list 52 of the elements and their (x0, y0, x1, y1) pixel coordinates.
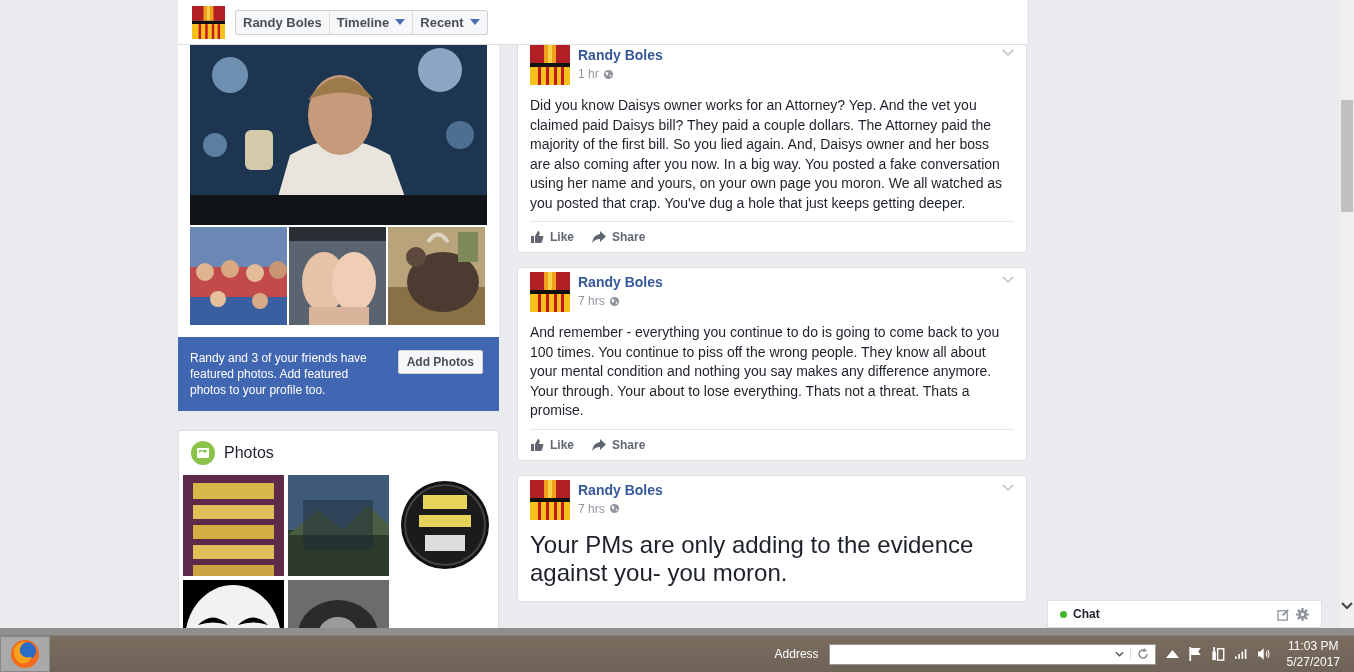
chat-bar[interactable]: Chat (1047, 600, 1322, 628)
caret-icon (395, 19, 406, 25)
thumbs-up-icon (530, 437, 544, 452)
post-text: Your PMs are only adding to the evidence against you- you moron. (530, 530, 975, 588)
globe-fox-icon (10, 639, 40, 669)
post-text: And remember - everything you continue to do is going to come back to you 100 times. You continue to piss off the wrong people. They know all about your mental condition and nothing you say makes any difference anymore. Your through. Your about to lose everything. Thats not a threat. Thats a promise. (530, 323, 1001, 420)
share-arrow-icon (592, 437, 606, 452)
ribbon-avatar[interactable] (530, 45, 570, 85)
share-button[interactable]: Share (592, 228, 646, 246)
globe-icon (608, 295, 620, 307)
settings-icon[interactable] (1296, 607, 1309, 621)
address-label: Address (774, 647, 819, 661)
compose-icon[interactable] (1277, 607, 1290, 621)
nav-button[interactable]: Randy Boles (236, 10, 329, 34)
nav-button[interactable]: Recent (412, 10, 487, 34)
like-button[interactable]: Like (530, 435, 574, 454)
author-link[interactable]: Randy Boles (578, 274, 994, 290)
add-photos-button[interactable]: Add Photos (397, 350, 483, 374)
clock-date[interactable]: 5/27/2017 (1286, 654, 1340, 670)
show-hidden-icon[interactable] (1165, 647, 1179, 661)
firefox-taskbar-button[interactable] (0, 636, 50, 672)
dropdown-icon[interactable] (1114, 651, 1124, 657)
share-button[interactable]: Share (592, 435, 646, 454)
speaker-icon[interactable] (1257, 647, 1271, 661)
author-link[interactable]: Randy Boles (578, 47, 994, 63)
clock-time[interactable]: 11:03 PM (1288, 638, 1339, 654)
post-time[interactable]: 7 hrs (578, 294, 605, 308)
author-link[interactable]: Randy Boles (578, 481, 994, 498)
post-text: Did you know Daisys owner works for an Attorney? Yep. And the vet you claimed paid Daisys bill? They paid a couple dollars. The Attorney paid the majority of the first bill. So you lied again. And, Daisys owner and her boss are also coming after you now. In a big way. You posted a fake conversation using her name and yours, on your own page you moron. We all watched as you posted that crap. You've dug a hole that just keeps getting deeper. (530, 96, 1004, 213)
scroll-down-icon[interactable] (1341, 602, 1353, 610)
thumbs-up-icon (530, 230, 544, 244)
scrollbar[interactable] (1340, 0, 1354, 628)
like-button[interactable]: Like (530, 228, 574, 246)
address-field[interactable] (828, 643, 1156, 665)
ribbon-avatar[interactable] (530, 272, 570, 312)
globe-icon (602, 68, 614, 80)
post-time[interactable]: 7 hrs (578, 501, 605, 516)
post-time[interactable]: 1 hr (578, 67, 599, 81)
share-arrow-icon (592, 230, 606, 244)
scroll-thumb[interactable] (1341, 100, 1353, 212)
caret-icon (469, 19, 480, 25)
photos-title: Photos (224, 444, 274, 462)
chat-label: Chat (1073, 607, 1101, 621)
nav-button[interactable]: Timeline (328, 10, 413, 34)
promo-text: Randy and 3 of your friends have featured photos. Add featured photos to your profile too. (190, 350, 368, 398)
signal-icon[interactable] (1234, 647, 1248, 661)
photos-icon (191, 441, 215, 465)
flag-icon[interactable] (1188, 647, 1202, 661)
refresh-icon[interactable] (1129, 648, 1149, 660)
ribbon-avatar[interactable] (530, 479, 570, 520)
ribbon-avatar[interactable] (192, 5, 225, 39)
globe-icon (608, 503, 620, 514)
